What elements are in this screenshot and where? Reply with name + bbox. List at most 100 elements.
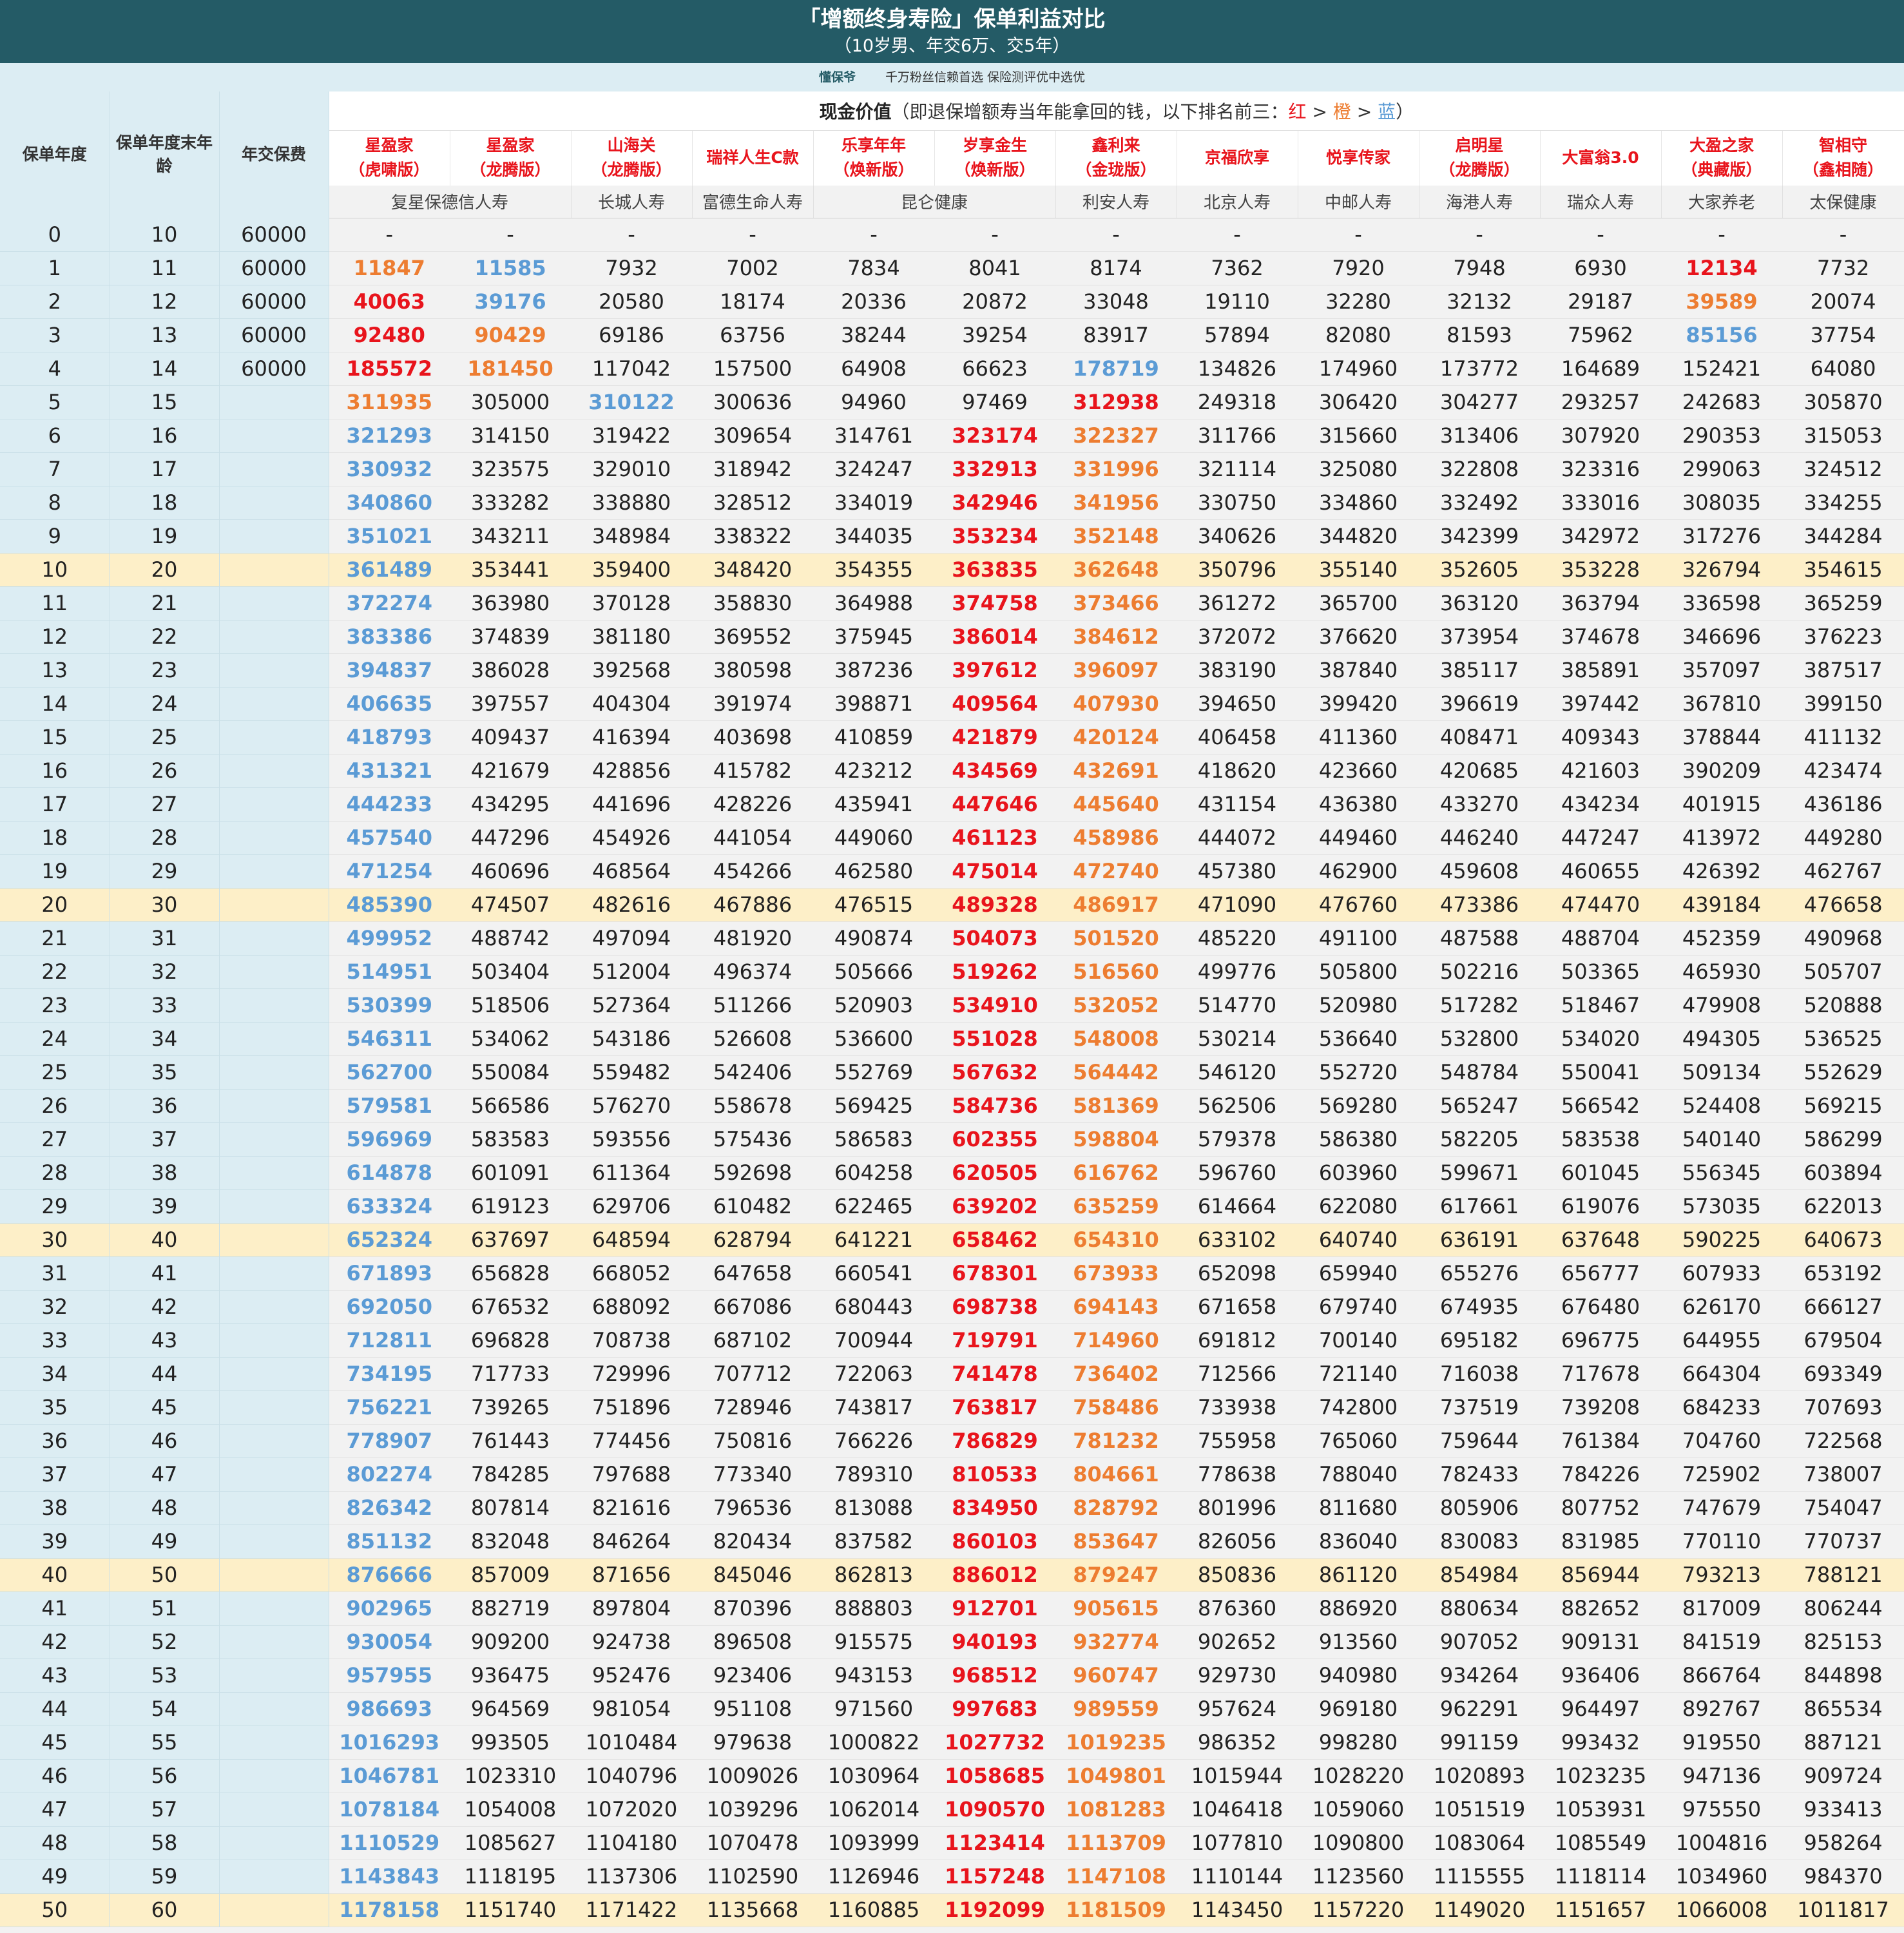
cash-value-cell: 582205: [1419, 1122, 1540, 1157]
cash-value-cell: 304277: [1419, 385, 1540, 419]
product-header: 智相守 （鑫相随）: [1782, 130, 1904, 186]
cell-policy-year: 1: [0, 251, 110, 285]
cash-value-cell: 348420: [692, 553, 813, 587]
cash-value-cell: 861120: [1298, 1558, 1419, 1592]
cash-value-cell: 482616: [571, 888, 692, 922]
cash-value-cell: 19110: [1177, 285, 1298, 319]
company-name: 海港人寿: [1419, 186, 1541, 218]
cash-value-cell: 691812: [1177, 1323, 1298, 1358]
table-row: 47 57 1078184 1054008 1072020 1039296 1062014 1…: [0, 1793, 1904, 1827]
cash-value-cell: 637697: [450, 1223, 571, 1257]
cash-value-cell: 29187: [1540, 285, 1661, 319]
cell-premium: [219, 1558, 329, 1592]
cell-policy-year: 37: [0, 1457, 110, 1492]
cash-value-cell: 396097: [1055, 653, 1177, 688]
cash-value-cell: 626170: [1661, 1290, 1782, 1324]
cash-value-cell: 1046418: [1177, 1793, 1298, 1827]
table-row: 37 47 802274 784285 797688 773340 789310 810533…: [0, 1457, 1904, 1492]
cash-value-cell: 362648: [1055, 553, 1177, 587]
cash-value-cell: 342399: [1419, 519, 1540, 553]
cash-value-cell: 486917: [1055, 888, 1177, 922]
cash-value-cell: 1085627: [450, 1826, 571, 1860]
cell-premium: [219, 1759, 329, 1793]
rank-separator: >: [1306, 101, 1333, 122]
cash-value-cell: 503365: [1540, 955, 1661, 989]
cash-value-cell: 930054: [329, 1625, 450, 1659]
cash-value-cell: 322808: [1419, 452, 1540, 486]
cash-value-cell: 403698: [692, 720, 813, 755]
cell-policy-year: 8: [0, 486, 110, 520]
cash-value-cell: 882719: [450, 1592, 571, 1626]
cash-value-cell: 435941: [813, 787, 934, 822]
product-name: 星盈家: [486, 136, 535, 155]
cash-value-cell: -: [450, 218, 571, 252]
cell-premium: [219, 620, 329, 654]
cash-value-cell: 1072020: [571, 1793, 692, 1827]
cash-value-cell: 1051519: [1419, 1793, 1540, 1827]
cell-premium: [219, 1524, 329, 1559]
cash-value-cell: 932774: [1055, 1625, 1177, 1659]
cell-policy-year: 48: [0, 1826, 110, 1860]
cash-value-cell: 1115555: [1419, 1860, 1540, 1894]
cash-value-cell: 18174: [692, 285, 813, 319]
cash-value-cell: 637648: [1540, 1223, 1661, 1257]
cash-value-cell: 957624: [1177, 1692, 1298, 1726]
cash-value-cell: 1110529: [329, 1826, 450, 1860]
cash-value-cell: 1192099: [934, 1893, 1055, 1927]
cell-age: 36: [110, 1089, 220, 1123]
table-row: 9 19 351021 343211 348984 338322 344035 353234 3…: [0, 519, 1904, 553]
cell-premium: [219, 1390, 329, 1425]
cash-value-cell: 763817: [934, 1390, 1055, 1425]
cash-value-cell: 334255: [1782, 486, 1904, 520]
cash-value-cell: 75962: [1540, 318, 1661, 352]
cash-value-cell: 530214: [1177, 1022, 1298, 1056]
cash-value-cell: 619076: [1540, 1189, 1661, 1224]
cash-value-cell: 475014: [934, 854, 1055, 889]
cash-value-cell: 11847: [329, 251, 450, 285]
cash-value-cell: 330932: [329, 452, 450, 486]
cash-value-cell: 526608: [692, 1022, 813, 1056]
cash-value-cell: 359400: [571, 553, 692, 587]
cash-value-cell: 1160885: [813, 1893, 934, 1927]
cash-value-cell: 436380: [1298, 787, 1419, 822]
cash-value-cell: 548784: [1419, 1055, 1540, 1090]
cell-age: 40: [110, 1223, 220, 1257]
cash-value-cell: 505707: [1782, 955, 1904, 989]
table-row: 42 52 930054 909200 924738 896508 915575 940193…: [0, 1625, 1904, 1659]
cash-value-cell: 1027732: [934, 1726, 1055, 1760]
cash-value-cell: 490968: [1782, 921, 1904, 956]
page-title: 「增额终身寿险」保单利益对比: [798, 6, 1106, 32]
cash-value-cell: 467886: [692, 888, 813, 922]
cash-value-cell: 997683: [934, 1692, 1055, 1726]
cash-value-cell: 614664: [1177, 1189, 1298, 1224]
cash-value-cell: 559482: [571, 1055, 692, 1090]
cash-value-cell: 596969: [329, 1122, 450, 1157]
cash-value-cell: 517282: [1419, 988, 1540, 1023]
cell-premium: [219, 1592, 329, 1626]
cash-value-cell: 423212: [813, 754, 934, 788]
product-name: 岁享金生: [962, 136, 1027, 155]
cash-value-cell: 491100: [1298, 921, 1419, 956]
cash-value-cell: 20580: [571, 285, 692, 319]
cash-value-cell: 374678: [1540, 620, 1661, 654]
table-row: 1 11 60000 11847 11585 7932 7002 7834 8041 8174 73…: [0, 251, 1904, 285]
product-name: 启明星: [1455, 136, 1504, 155]
cash-value-cell: 943153: [813, 1659, 934, 1693]
cash-value-cell: -: [329, 218, 450, 252]
cash-value-cell: 584736: [934, 1089, 1055, 1123]
cell-premium: [219, 988, 329, 1023]
cash-value-cell: 668052: [571, 1256, 692, 1291]
cell-premium: [219, 1793, 329, 1827]
cash-value-cell: 807752: [1540, 1491, 1661, 1525]
cell-premium: [219, 519, 329, 553]
cell-age: 10: [110, 218, 220, 252]
cash-value-cell: 329010: [571, 452, 692, 486]
cash-value-cell: 1046781: [329, 1759, 450, 1793]
cell-premium: [219, 1189, 329, 1224]
cash-value-cell: 707712: [692, 1357, 813, 1391]
cash-value-cell: 566586: [450, 1089, 571, 1123]
cash-value-cell: 344820: [1298, 519, 1419, 553]
cell-age: 58: [110, 1826, 220, 1860]
cash-value-cell: 1143450: [1177, 1893, 1298, 1927]
cash-value-cell: 542406: [692, 1055, 813, 1090]
